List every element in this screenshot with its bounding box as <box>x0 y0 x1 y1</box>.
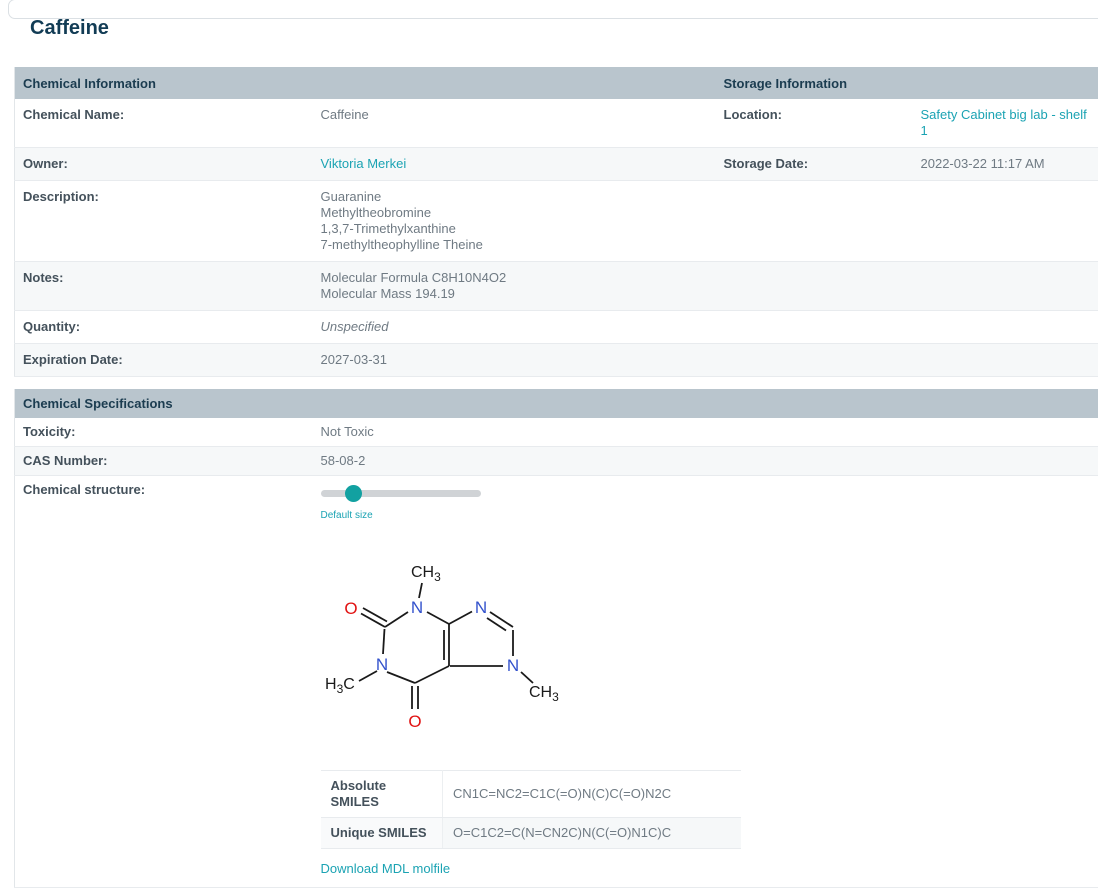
bond <box>449 612 472 625</box>
bond <box>490 612 513 627</box>
methyl-group-label: CH3 <box>411 564 441 584</box>
bond <box>427 612 449 624</box>
nitrogen-atom-label: N <box>506 656 518 675</box>
bond <box>415 666 449 683</box>
smiles-table: Absolute SMILES CN1C=NC2=C1C(=O)N(C)C(=O… <box>321 770 741 849</box>
description-line: 1,3,7-Trimethylxanthine <box>321 221 708 237</box>
empty-cell <box>913 344 1098 377</box>
nitrogen-atom-label: N <box>474 598 486 617</box>
chemical-name-value: Caffeine <box>313 99 716 148</box>
empty-cell <box>716 344 913 377</box>
bond <box>521 672 533 683</box>
chemical-specifications-table: Chemical Specifications Toxicity: Not To… <box>14 389 1098 888</box>
nitrogen-atom-label: N <box>410 598 422 617</box>
top-panel-border <box>8 0 1098 19</box>
nitrogen-atom-label: N <box>375 655 387 674</box>
empty-cell <box>913 311 1098 344</box>
notes-label: Notes: <box>15 262 313 311</box>
toxicity-value: Not Toxic <box>313 418 1098 447</box>
notes-line: Molecular Mass 194.19 <box>321 286 708 302</box>
expiration-date-label: Expiration Date: <box>15 344 313 377</box>
description-line: Methyltheobromine <box>321 205 708 221</box>
chemical-structure-label: Chemical structure: <box>15 476 313 888</box>
unique-smiles-label: Unique SMILES <box>321 818 443 849</box>
toxicity-label: Toxicity: <box>15 418 313 447</box>
unique-smiles-value: O=C1C2=C(N=CN2C)N(C(=O)N1C)C <box>443 818 741 849</box>
chemical-info-table: Chemical Information Storage Information… <box>14 67 1098 377</box>
bond <box>363 608 387 622</box>
table-header-row: Chemical Information Storage Information <box>15 67 1098 99</box>
owner-link[interactable]: Viktoria Merkei <box>321 156 407 171</box>
description-label: Description: <box>15 181 313 262</box>
chemical-information-header: Chemical Information <box>15 67 716 99</box>
chemical-structure-cell: Default size <box>313 476 1098 888</box>
methyl-group-label: CH3 <box>529 684 559 704</box>
quantity-value: Unspecified <box>313 311 716 344</box>
description-value: Guaranine Methyltheobromine 1,3,7-Trimet… <box>313 181 716 262</box>
bond <box>419 583 422 598</box>
notes-value: Molecular Formula C8H10N4O2 Molecular Ma… <box>313 262 716 311</box>
bond <box>385 612 408 627</box>
oxygen-atom-label: O <box>408 712 421 731</box>
table-row: Owner: Viktoria Merkei Storage Date: 202… <box>15 148 1098 181</box>
storage-date-value: 2022-03-22 11:17 AM <box>913 148 1098 181</box>
chemical-specifications-header: Chemical Specifications <box>15 389 1098 418</box>
structure-size-slider[interactable] <box>321 485 481 502</box>
empty-cell <box>716 311 913 344</box>
caffeine-structure-diagram: N N N N O O CH3 H3C CH3 <box>321 550 571 740</box>
cas-number-label: CAS Number: <box>15 447 313 476</box>
quantity-label: Quantity: <box>15 311 313 344</box>
storage-information-header: Storage Information <box>716 67 1098 99</box>
expiration-date-value: 2027-03-31 <box>313 344 716 377</box>
empty-cell <box>913 181 1098 262</box>
bond <box>359 671 377 681</box>
table-row: Description: Guaranine Methyltheobromine… <box>15 181 1098 262</box>
page-title: Caffeine <box>30 16 1098 40</box>
notes-line: Molecular Formula C8H10N4O2 <box>321 270 708 286</box>
chemical-name-label: Chemical Name: <box>15 99 313 148</box>
table-header-row: Chemical Specifications <box>15 389 1098 418</box>
empty-cell <box>913 262 1098 311</box>
description-line: 7-methyltheophylline Theine <box>321 237 708 253</box>
methyl-group-label: H3C <box>325 676 355 696</box>
empty-cell <box>716 181 913 262</box>
table-row: Unique SMILES O=C1C2=C(N=CN2C)N(C(=O)N1C… <box>321 818 741 849</box>
table-row: Expiration Date: 2027-03-31 <box>15 344 1098 377</box>
table-row: Quantity: Unspecified <box>15 311 1098 344</box>
storage-date-label: Storage Date: <box>716 148 913 181</box>
table-row: Notes: Molecular Formula C8H10N4O2 Molec… <box>15 262 1098 311</box>
cas-number-value: 58-08-2 <box>313 447 1098 476</box>
description-line: Guaranine <box>321 189 708 205</box>
table-row: Chemical Name: Caffeine Location: Safety… <box>15 99 1098 148</box>
location-link[interactable]: Safety Cabinet big lab - shelf 1 <box>921 107 1087 138</box>
absolute-smiles-label: Absolute SMILES <box>321 771 443 818</box>
table-row: CAS Number: 58-08-2 <box>15 447 1098 476</box>
bond <box>387 672 415 683</box>
table-row: Chemical structure: Default size <box>15 476 1098 888</box>
absolute-smiles-value: CN1C=NC2=C1C(=O)N(C)C(=O)N2C <box>443 771 741 818</box>
table-row: Toxicity: Not Toxic <box>15 418 1098 447</box>
location-label: Location: <box>716 99 913 148</box>
owner-label: Owner: <box>15 148 313 181</box>
download-molfile-link[interactable]: Download MDL molfile <box>321 861 451 877</box>
bond <box>361 614 385 628</box>
slider-knob[interactable] <box>345 485 362 502</box>
oxygen-atom-label: O <box>344 599 357 618</box>
table-row: Absolute SMILES CN1C=NC2=C1C(=O)N(C)C(=O… <box>321 771 741 818</box>
bond <box>383 629 385 654</box>
empty-cell <box>716 262 913 311</box>
default-size-link[interactable]: Default size <box>321 508 373 524</box>
